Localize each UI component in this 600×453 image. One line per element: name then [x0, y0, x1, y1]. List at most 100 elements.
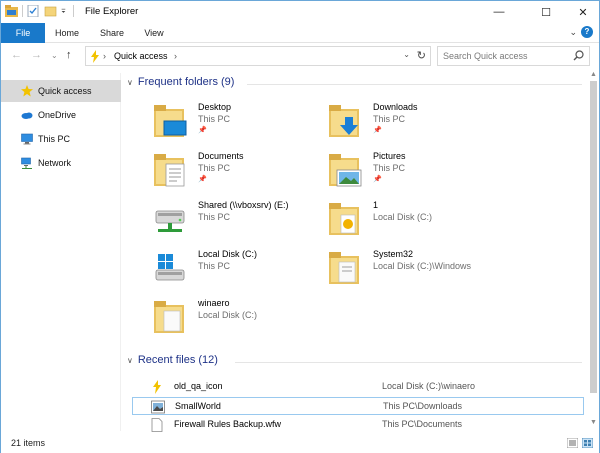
folder-tile-system32[interactable]: System32 Local Disk (C:)\Windows [327, 248, 497, 292]
tab-file[interactable]: File [1, 23, 45, 43]
address-bar[interactable]: › Quick access › ⌄ ↻ [85, 46, 431, 66]
section-divider [235, 362, 582, 363]
folder-icon [329, 203, 359, 235]
folder-icon [329, 252, 359, 284]
maximize-icon: ☐ [541, 6, 551, 19]
pin-icon: 📌 [373, 127, 382, 134]
search-box[interactable] [437, 46, 590, 66]
file-name: old_qa_icon [174, 381, 223, 391]
scroll-up-arrow-icon[interactable]: ▲ [590, 71, 597, 78]
large-icons-view-icon[interactable] [582, 438, 593, 448]
recent-file-row[interactable]: old_qa_icon Local Disk (C:)\winaero [132, 378, 584, 396]
refresh-button[interactable]: ↻ [417, 49, 426, 62]
folder-tile-local-disk[interactable]: Local Disk (C:) This PC [152, 248, 322, 292]
breadcrumb[interactable]: Quick access [114, 51, 168, 61]
minimize-icon: — [493, 6, 505, 18]
pin-icon: 📌 [198, 176, 207, 183]
pictures-folder-icon [329, 154, 362, 187]
sidebar-item-this-pc[interactable]: This PC [1, 128, 121, 150]
windows-drive-icon [155, 254, 185, 281]
new-folder-icon[interactable] [44, 5, 57, 17]
file-name: SmallWorld [175, 401, 221, 411]
scrollbar-thumb[interactable] [590, 81, 597, 393]
tab-share[interactable]: Share [93, 23, 131, 43]
sidebar-item-network[interactable]: Network [1, 152, 121, 174]
sidebar-item-quick-access[interactable]: Quick access [1, 80, 121, 102]
folder-tile-documents[interactable]: Documents This PC 📌 [152, 150, 322, 194]
collapse-chevron-icon[interactable]: ∨ [127, 78, 133, 87]
folder-name: Desktop [198, 102, 232, 112]
tab-view[interactable]: View [137, 23, 171, 43]
sidebar-item-label: OneDrive [38, 110, 77, 120]
folder-tile-downloads[interactable]: Downloads This PC 📌 [327, 101, 497, 145]
customize-toolbar-icon[interactable] [61, 5, 69, 17]
folder-tile-desktop[interactable]: Desktop This PC 📌 [152, 101, 322, 145]
folder-name: Shared (\\vboxsrv) (E:) [198, 200, 289, 210]
ribbon-tabs: File Home Share View ⌄ ? [1, 23, 599, 43]
breadcrumb-chevron-icon[interactable]: › [174, 51, 177, 61]
minimize-button[interactable]: — [479, 1, 519, 23]
folder-name: winaero [198, 298, 230, 308]
folder-name: Local Disk (C:) [198, 249, 258, 259]
section-title: Recent files (12) [137, 354, 218, 366]
status-bar: 21 items [1, 433, 599, 453]
pin-icon: 📌 [198, 127, 207, 134]
navigation-pane: Quick access OneDrive This PC Network [1, 73, 121, 431]
folder-name: Documents [198, 151, 244, 161]
file-name: Firewall Rules Backup.wfw [174, 419, 282, 429]
sidebar-item-label: This PC [38, 134, 71, 144]
folder-tile-pictures[interactable]: Pictures This PC 📌 [327, 150, 497, 194]
tab-home[interactable]: Home [49, 23, 85, 43]
star-icon [21, 85, 33, 97]
folder-name: 1 [373, 200, 379, 210]
folder-name: Downloads [373, 102, 418, 112]
collapse-chevron-icon[interactable]: ∨ [127, 356, 133, 365]
recent-locations-button[interactable]: ⌄ [51, 51, 58, 60]
vertical-scrollbar[interactable]: ▲ ▼ [588, 69, 599, 431]
desktop-folder-icon [154, 105, 187, 137]
sidebar-item-label: Quick access [38, 86, 92, 96]
section-divider [247, 84, 582, 85]
title-bar: File Explorer — ☐ ✕ [1, 1, 599, 23]
quick-access-lightning-icon [91, 50, 99, 63]
pin-icon: 📌 [373, 176, 382, 183]
folder-location: Local Disk (C:)\Windows [373, 261, 472, 271]
folder-tile-1[interactable]: 1 Local Disk (C:) [327, 199, 497, 243]
folder-location: Local Disk (C:) [373, 212, 433, 222]
section-title: Frequent folders (9) [137, 76, 235, 88]
folder-name: Pictures [373, 151, 406, 161]
forward-button[interactable]: → [31, 49, 42, 61]
frequent-folders-header[interactable]: ∨ Frequent folders (9) [127, 76, 585, 88]
expand-ribbon-icon[interactable]: ⌄ [569, 27, 577, 38]
details-view-icon[interactable] [567, 438, 578, 448]
folder-location: This PC [198, 163, 231, 173]
back-button[interactable]: ← [11, 49, 22, 61]
scroll-down-arrow-icon[interactable]: ▼ [590, 419, 597, 426]
recent-file-row[interactable]: SmallWorld This PC\Downloads [132, 397, 584, 415]
folder-location: This PC [198, 261, 231, 271]
sidebar-item-onedrive[interactable]: OneDrive [1, 104, 121, 126]
search-input[interactable] [438, 47, 568, 65]
folder-app-icon [5, 5, 18, 17]
network-drive-icon [155, 210, 185, 232]
search-icon[interactable] [573, 50, 584, 61]
recent-file-row[interactable]: Firewall Rules Backup.wfw This PC\Docume… [132, 416, 584, 434]
documents-folder-icon [154, 154, 185, 187]
folder-name: System32 [373, 249, 414, 259]
image-file-icon [151, 400, 165, 414]
maximize-button[interactable]: ☐ [526, 1, 566, 23]
folder-tile-shared-drive[interactable]: Shared (\\vboxsrv) (E:) This PC [152, 199, 322, 243]
toolbar-separator [73, 5, 74, 17]
close-button[interactable]: ✕ [563, 1, 600, 23]
up-button[interactable]: ↑ [66, 49, 72, 61]
properties-icon[interactable] [27, 5, 40, 17]
folder-location: This PC [198, 212, 231, 222]
recent-files-header[interactable]: ∨ Recent files (12) [127, 354, 585, 366]
folder-tile-winaero[interactable]: winaero Local Disk (C:) [152, 297, 322, 341]
folder-location: This PC [373, 163, 406, 173]
address-dropdown-icon[interactable]: ⌄ [403, 50, 410, 59]
breadcrumb-chevron-icon[interactable]: › [103, 51, 106, 61]
navigation-bar: ← → ⌄ ↑ › Quick access › ⌄ ↻ [1, 43, 599, 69]
lightning-file-icon [153, 380, 161, 394]
help-icon[interactable]: ? [581, 26, 593, 38]
